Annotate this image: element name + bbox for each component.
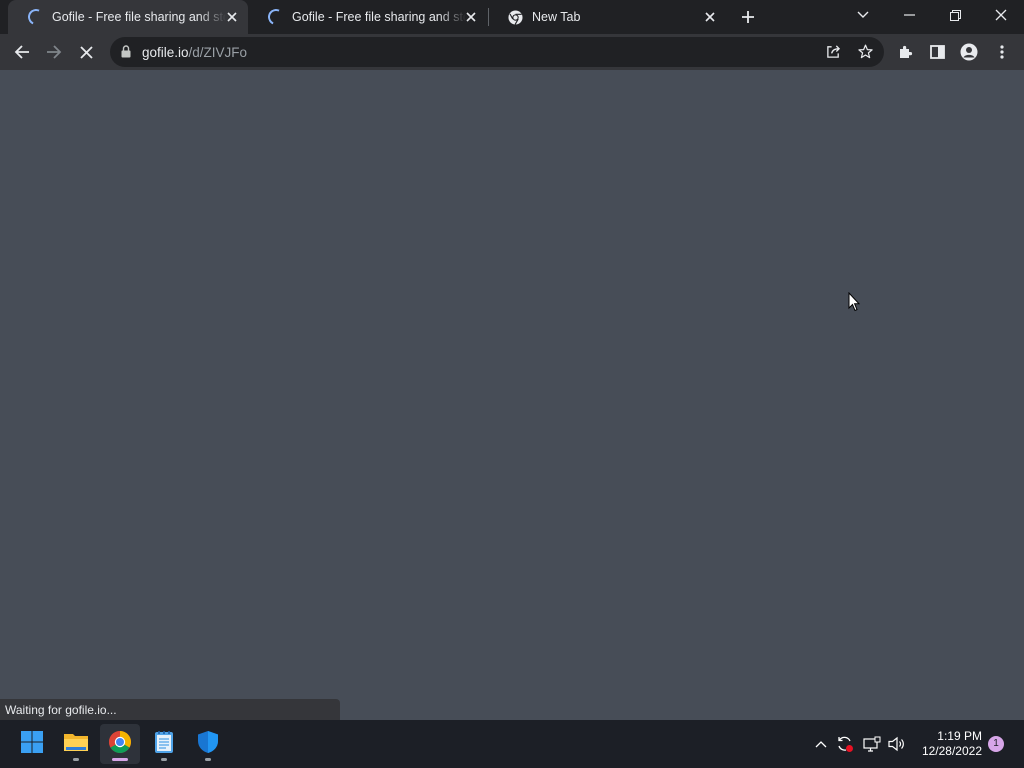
start-button[interactable] <box>12 724 52 764</box>
tab-gofile-2[interactable]: Gofile - Free file sharing and storage <box>248 0 488 34</box>
bookmark-star-icon[interactable] <box>858 44 873 64</box>
running-indicator <box>73 758 79 761</box>
page-content <box>0 70 1024 720</box>
chrome-icon <box>108 730 132 759</box>
chrome-menu-button[interactable] <box>988 38 1016 66</box>
status-bubble: Waiting for gofile.io... <box>0 699 340 720</box>
tab-loading-spinner-icon <box>25 6 47 28</box>
clock-date: 12/28/2022 <box>921 744 982 758</box>
running-indicator <box>112 758 128 761</box>
mouse-cursor-icon <box>848 291 861 317</box>
running-indicator <box>161 758 167 761</box>
share-icon[interactable] <box>826 44 841 64</box>
tab-title: New Tab <box>532 10 581 24</box>
back-button[interactable] <box>8 38 36 66</box>
url-path: /d/ZIVJFo <box>188 45 248 60</box>
notepad-button[interactable] <box>144 724 184 764</box>
running-indicator <box>205 758 211 761</box>
restore-button[interactable] <box>932 0 978 30</box>
sync-alert-icon[interactable] <box>835 734 855 754</box>
tab-title: Gofile - Free file sharing and storage <box>292 10 466 24</box>
tab-close-icon[interactable] <box>224 9 240 25</box>
tab-search-button[interactable] <box>840 0 886 30</box>
side-panel-button[interactable] <box>923 38 951 66</box>
notepad-icon <box>154 730 174 759</box>
tab-title: Gofile - Free file sharing and storage <box>52 10 226 24</box>
file-explorer-button[interactable] <box>56 724 96 764</box>
tab-gofile-1[interactable]: Gofile - Free file sharing and storage <box>8 0 248 34</box>
windows-security-button[interactable] <box>188 724 228 764</box>
tab-close-icon[interactable] <box>702 9 718 25</box>
close-window-button[interactable] <box>978 0 1024 30</box>
chrome-taskbar-button[interactable] <box>100 724 140 764</box>
profile-button[interactable] <box>955 38 983 66</box>
show-hidden-icons-chevron-up-icon[interactable] <box>811 734 831 754</box>
volume-icon[interactable] <box>887 734 907 754</box>
extensions-button[interactable] <box>891 38 919 66</box>
browser-toolbar: gofile.io/d/ZIVJFo <box>0 34 1024 70</box>
lock-icon[interactable] <box>121 45 131 63</box>
taskbar-clock[interactable]: 1:19 PM 12/28/2022 <box>912 729 982 759</box>
forward-button[interactable] <box>40 38 68 66</box>
notification-badge[interactable]: 1 <box>988 736 1004 752</box>
tab-new-tab[interactable]: New Tab <box>488 0 728 34</box>
folder-icon <box>63 731 89 758</box>
new-tab-button[interactable] <box>734 3 762 31</box>
windows-taskbar: 1:19 PM 12/28/2022 <box>0 720 1024 768</box>
minimize-button[interactable] <box>886 0 932 30</box>
stop-loading-button[interactable] <box>72 38 100 66</box>
windows-logo-icon <box>20 730 44 759</box>
address-bar[interactable]: gofile.io/d/ZIVJFo <box>110 37 884 67</box>
url-host: gofile.io <box>142 45 189 60</box>
network-icon[interactable] <box>862 734 882 754</box>
chrome-icon <box>508 10 523 28</box>
clock-time: 1:19 PM <box>937 729 982 743</box>
address-url[interactable]: gofile.io/d/ZIVJFo <box>142 45 247 60</box>
browser-titlebar: Gofile - Free file sharing and storage G… <box>0 0 1024 34</box>
tab-loading-spinner-icon <box>265 6 287 28</box>
shield-icon <box>197 730 219 759</box>
tab-close-icon[interactable] <box>463 9 479 25</box>
